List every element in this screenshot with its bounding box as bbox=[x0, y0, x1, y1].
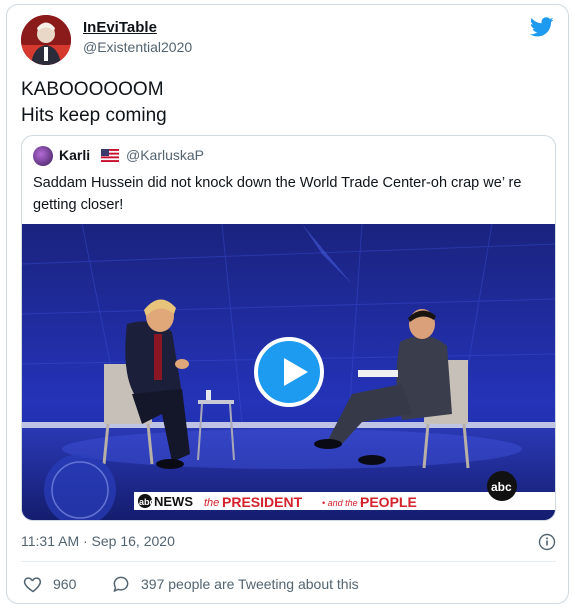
banner-people: PEOPLE bbox=[360, 494, 417, 510]
quoted-author-avatar[interactable] bbox=[33, 146, 53, 166]
quoted-tweet[interactable]: Karli @KarluskaP Saddam Hussein did not … bbox=[21, 135, 556, 521]
twitter-bird-icon[interactable] bbox=[530, 15, 554, 39]
like-count[interactable]: 960 bbox=[53, 576, 76, 592]
tweet-text: KABOOOOOOM Hits keep coming bbox=[21, 77, 167, 129]
quoted-author-name[interactable]: Karli bbox=[59, 147, 90, 163]
tweet-line-1: KABOOOOOOM bbox=[21, 79, 164, 100]
play-icon bbox=[284, 358, 308, 386]
author-handle[interactable]: @Existential2020 bbox=[83, 39, 192, 55]
play-button[interactable] bbox=[254, 337, 324, 407]
video-player[interactable]: abc NEWS the PRESIDENT • and the • PEOPL… bbox=[22, 224, 555, 520]
tweet-line-2: Hits keep coming bbox=[21, 105, 167, 126]
divider bbox=[21, 561, 556, 562]
tweet-card: InEviTable @Existential2020 KABOOOOOOM H… bbox=[6, 4, 569, 604]
banner-network: NEWS bbox=[154, 494, 193, 509]
banner-and-the: • and the • bbox=[322, 498, 363, 508]
quoted-tweet-text: Saddam Hussein did not knock down the Wo… bbox=[33, 175, 522, 213]
tweet-timestamp[interactable]: 11:31 AM · Sep 16, 2020 bbox=[21, 533, 175, 549]
info-icon[interactable] bbox=[538, 533, 556, 551]
author-display-name[interactable]: InEviTable bbox=[83, 19, 157, 36]
abc-logo-text: abc bbox=[491, 480, 512, 494]
banner-president: PRESIDENT bbox=[222, 494, 303, 510]
us-flag-icon bbox=[101, 149, 119, 162]
banner-the: the bbox=[204, 497, 219, 509]
author-avatar[interactable] bbox=[21, 15, 71, 65]
heart-icon[interactable] bbox=[23, 574, 43, 594]
tweeting-about-this[interactable]: 397 people are Tweeting about this bbox=[141, 576, 359, 592]
reply-bubble-icon[interactable] bbox=[111, 574, 131, 594]
svg-text:abc: abc bbox=[139, 497, 155, 507]
quoted-author-handle[interactable]: @KarluskaP bbox=[126, 147, 204, 163]
